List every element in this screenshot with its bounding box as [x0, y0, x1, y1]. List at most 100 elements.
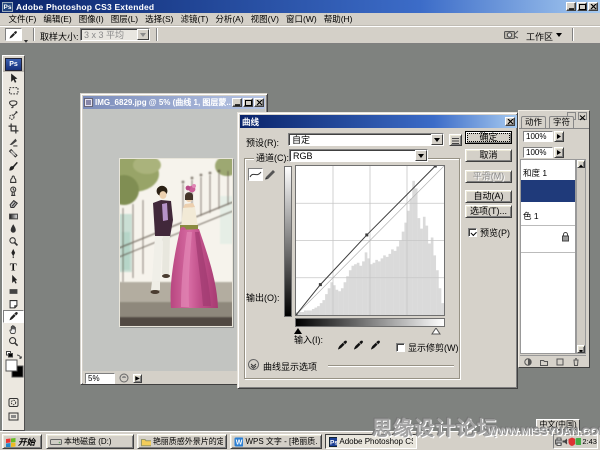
preview-checkbox[interactable]: 预览(P): [468, 226, 510, 239]
color-swatches[interactable]: [3, 350, 24, 396]
gray-eyedropper[interactable]: [352, 339, 366, 353]
opacity-arrow[interactable]: [554, 131, 564, 142]
tab-character[interactable]: 字符: [549, 116, 574, 128]
channel-combo[interactable]: RGB: [289, 149, 428, 162]
show-clipping-checkbox[interactable]: 显示修剪(W): [396, 341, 459, 354]
doc-close-button[interactable]: [254, 98, 264, 107]
screen-mode-button[interactable]: [3, 411, 24, 424]
notes-tool[interactable]: [3, 298, 24, 311]
doc-restore-button[interactable]: [243, 98, 253, 107]
tool-preset-picker[interactable]: [5, 28, 22, 41]
status-info-icon[interactable]: [119, 373, 131, 383]
layer-row-hue[interactable]: 和度 1: [523, 167, 547, 179]
delete-layer-icon[interactable]: [572, 358, 580, 366]
cancel-button[interactable]: 取消: [465, 149, 512, 162]
type-tool[interactable]: T: [3, 260, 24, 273]
auto-button[interactable]: 自动(A): [465, 190, 512, 203]
quick-selection-tool[interactable]: [3, 110, 24, 123]
menu-item[interactable]: 选择(S): [142, 13, 177, 25]
curves-dialog-titlebar[interactable]: 曲线: [240, 115, 517, 128]
workspace-button[interactable]: 工作区: [526, 30, 562, 43]
black-eyedropper[interactable]: [336, 339, 350, 353]
tray-clock[interactable]: 2:43: [582, 437, 597, 446]
doc-minimize-button[interactable]: [232, 98, 242, 107]
status-arrow-button[interactable]: ▶: [133, 374, 142, 383]
draw-curve-button[interactable]: [264, 168, 279, 181]
menu-item[interactable]: 图像(I): [75, 13, 107, 25]
bridge-icon[interactable]: [504, 29, 519, 42]
display-options-label: 曲线显示选项: [263, 360, 317, 373]
menu-item[interactable]: 分析(A): [212, 13, 247, 25]
preset-options-button[interactable]: [449, 134, 462, 146]
zoom-field[interactable]: 5%: [85, 373, 115, 384]
healing-brush-tool[interactable]: [3, 147, 24, 160]
edit-points-button[interactable]: [248, 168, 263, 181]
white-point-slider[interactable]: [431, 327, 441, 337]
new-adjustment-icon[interactable]: [524, 358, 532, 366]
ok-button[interactable]: 确定: [465, 131, 512, 144]
system-tray: 2:43: [553, 434, 598, 449]
layer-row-curves[interactable]: [521, 180, 575, 202]
eyedropper-tool[interactable]: [3, 310, 24, 323]
maximize-button[interactable]: [577, 2, 587, 11]
lasso-tool[interactable]: [3, 97, 24, 110]
curve-graph[interactable]: [295, 165, 445, 316]
white-eyedropper[interactable]: [369, 339, 383, 353]
menu-item[interactable]: 文件(F): [5, 13, 40, 25]
menu-item[interactable]: 滤镜(T): [177, 13, 212, 25]
hand-tool[interactable]: [3, 323, 24, 336]
pen-tool[interactable]: [3, 248, 24, 261]
green-tray-icon[interactable]: [575, 437, 582, 446]
palette-close-button[interactable]: [578, 112, 587, 120]
layer-row-color[interactable]: 色 1: [523, 210, 539, 222]
clone-stamp-tool[interactable]: [3, 172, 24, 185]
menu-item[interactable]: 编辑(E): [40, 13, 75, 25]
quick-mask-button[interactable]: [3, 396, 24, 409]
opacity-field[interactable]: 100%: [523, 131, 553, 142]
blur-tool[interactable]: [3, 223, 24, 236]
options-button[interactable]: 选项(T)...: [465, 205, 512, 218]
slice-tool[interactable]: [3, 135, 24, 148]
tool-preset-arrow[interactable]: [23, 36, 29, 46]
new-group-icon[interactable]: [540, 358, 548, 366]
taskbar-task[interactable]: WWPS 文字 - [艳丽质...: [230, 434, 322, 449]
brush-tool[interactable]: [3, 160, 24, 173]
path-selection-tool[interactable]: [3, 273, 24, 286]
taskbar-task[interactable]: 艳丽质感外景片的定...: [137, 434, 227, 449]
tab-actions[interactable]: 动作: [521, 116, 546, 128]
eraser-tool[interactable]: [3, 197, 24, 210]
safety-icon[interactable]: [568, 437, 575, 446]
marquee-tool[interactable]: [3, 85, 24, 98]
menu-item[interactable]: 帮助(H): [320, 13, 356, 25]
fill-field[interactable]: 100%: [523, 147, 553, 158]
close-button[interactable]: [588, 2, 598, 11]
curves-close-button[interactable]: [505, 117, 515, 126]
crop-tool[interactable]: [3, 122, 24, 135]
output-gradient-bar: [284, 166, 292, 317]
taskbar-task[interactable]: PsAdobe Photoshop CS3...: [325, 434, 417, 449]
zoom-tool[interactable]: [3, 335, 24, 348]
menu-item[interactable]: 图层(L): [107, 13, 141, 25]
menu-item[interactable]: 窗口(W): [283, 13, 321, 25]
palette-scrollbar[interactable]: [576, 159, 586, 354]
shape-tool[interactable]: [3, 285, 24, 298]
fill-arrow[interactable]: [554, 147, 564, 158]
preset-combo[interactable]: 自定: [288, 133, 444, 146]
menu-item[interactable]: 视图(V): [247, 13, 282, 25]
printer-icon[interactable]: [555, 437, 562, 446]
display-options-expander[interactable]: [248, 359, 259, 370]
start-button[interactable]: 开始: [2, 434, 42, 449]
document-titlebar[interactable]: IMG_6829.jpg @ 5% (曲线 1, 图层蒙...: [83, 96, 265, 109]
dodge-tool[interactable]: [3, 235, 24, 248]
volume-icon[interactable]: [562, 437, 569, 446]
move-tool[interactable]: [3, 72, 24, 85]
channel-label: 通道(C):: [254, 151, 291, 164]
taskbar-task[interactable]: 本地磁盘 (D:): [46, 434, 134, 449]
smooth-button[interactable]: 平滑(M): [465, 170, 512, 183]
new-layer-icon[interactable]: [556, 358, 564, 366]
minimize-button[interactable]: [566, 2, 576, 11]
toolbox-header[interactable]: Ps: [3, 56, 24, 72]
language-bar[interactable]: 中文(中国): [536, 419, 580, 430]
gradient-tool[interactable]: [3, 210, 24, 223]
history-brush-tool[interactable]: [3, 185, 24, 198]
